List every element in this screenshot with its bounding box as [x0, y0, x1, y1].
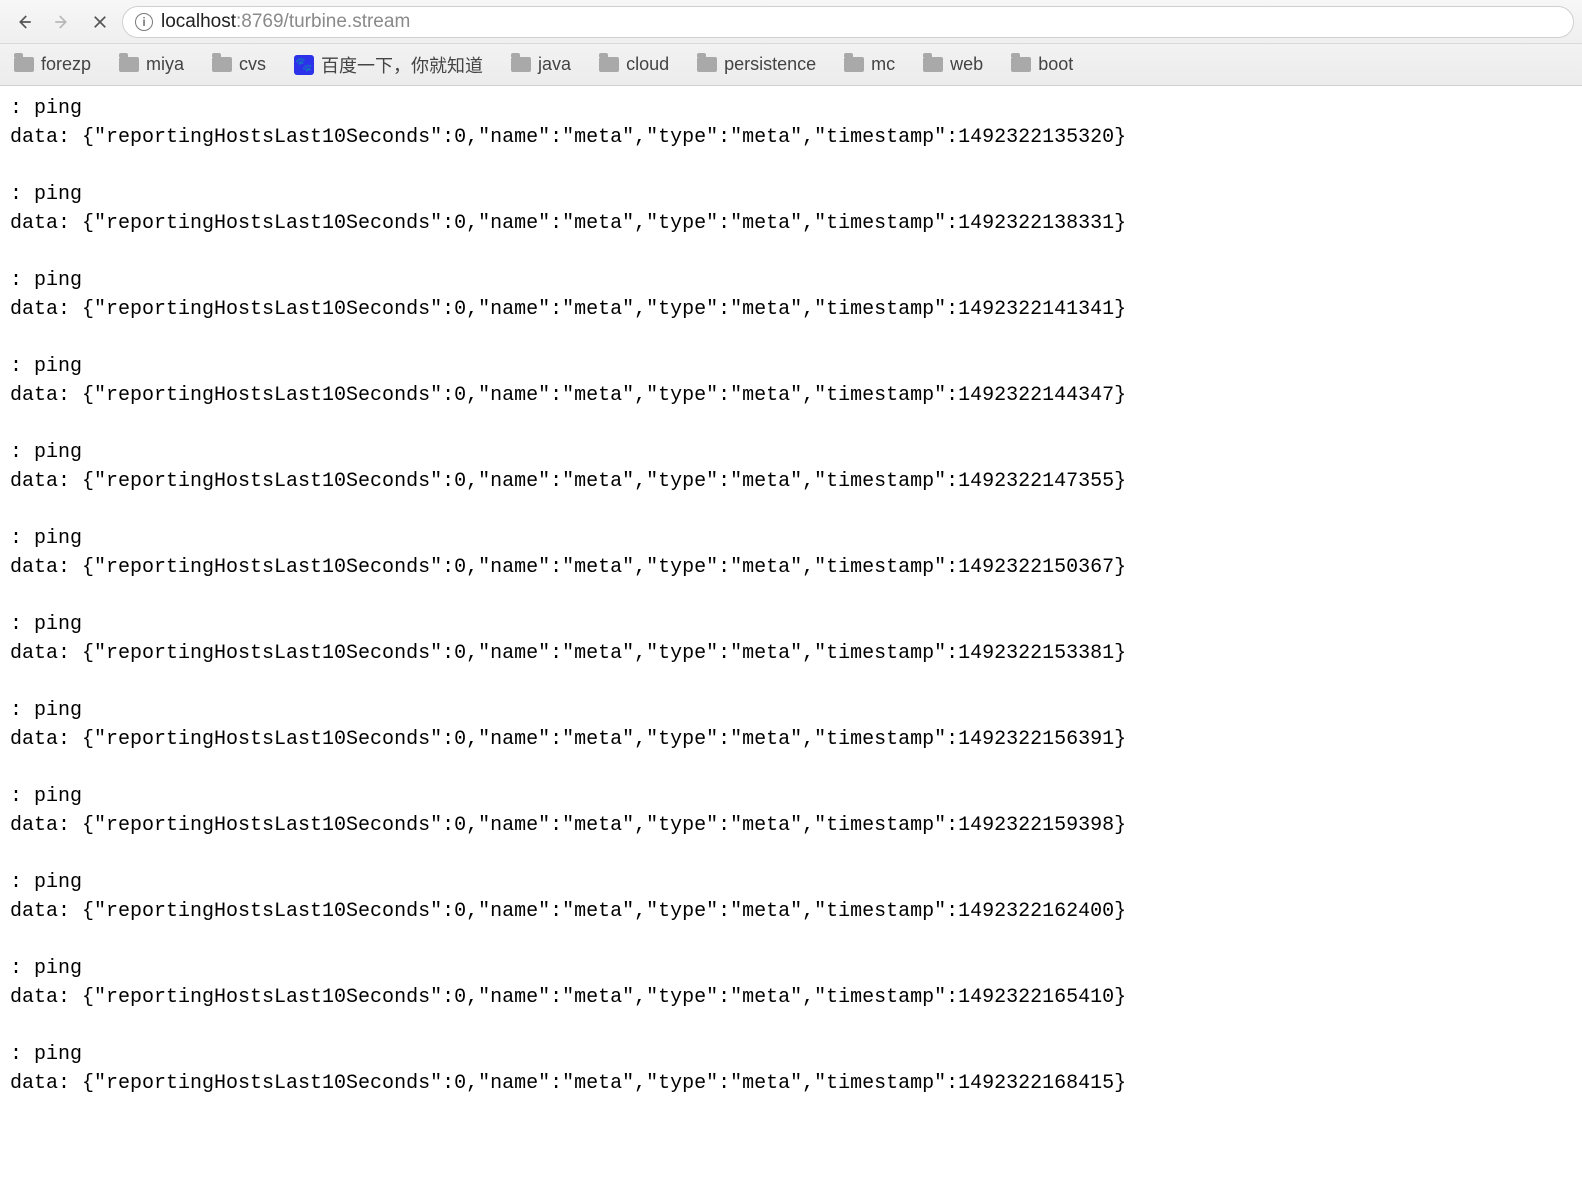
- baidu-icon: 🐾: [294, 55, 314, 75]
- stop-button[interactable]: [84, 6, 116, 38]
- stream-ping-line: : ping: [10, 782, 1572, 811]
- stream-data-line: data: {"reportingHostsLast10Seconds":0,"…: [10, 983, 1572, 1012]
- stream-ping-line: : ping: [10, 868, 1572, 897]
- bookmark-miya[interactable]: miya: [119, 54, 184, 75]
- stream-data-line: data: {"reportingHostsLast10Seconds":0,"…: [10, 897, 1572, 926]
- stream-ping-line: : ping: [10, 352, 1572, 381]
- url-host: localhost: [161, 11, 236, 32]
- folder-icon: [697, 57, 717, 72]
- stream-data-line: data: {"reportingHostsLast10Seconds":0,"…: [10, 725, 1572, 754]
- bookmark-persistence[interactable]: persistence: [697, 54, 816, 75]
- stream-data-line: data: {"reportingHostsLast10Seconds":0,"…: [10, 381, 1572, 410]
- browser-toolbar: i localhost:8769/turbine.stream: [0, 0, 1582, 44]
- url-path: :8769/turbine.stream: [236, 11, 410, 32]
- page-content: : pingdata: {"reportingHostsLast10Second…: [0, 86, 1582, 1106]
- bookmark-label: cloud: [626, 54, 669, 75]
- bookmark-label: forezp: [41, 54, 91, 75]
- stream-data-line: data: {"reportingHostsLast10Seconds":0,"…: [10, 639, 1572, 668]
- stream-block: : pingdata: {"reportingHostsLast10Second…: [10, 954, 1572, 1012]
- stream-data-line: data: {"reportingHostsLast10Seconds":0,"…: [10, 295, 1572, 324]
- stream-data-line: data: {"reportingHostsLast10Seconds":0,"…: [10, 553, 1572, 582]
- stream-data-line: data: {"reportingHostsLast10Seconds":0,"…: [10, 209, 1572, 238]
- folder-icon: [14, 57, 34, 72]
- stream-data-line: data: {"reportingHostsLast10Seconds":0,"…: [10, 123, 1572, 152]
- stream-ping-line: : ping: [10, 524, 1572, 553]
- stream-block: : pingdata: {"reportingHostsLast10Second…: [10, 266, 1572, 324]
- stream-block: : pingdata: {"reportingHostsLast10Second…: [10, 94, 1572, 152]
- bookmark-label: java: [538, 54, 571, 75]
- bookmark-java[interactable]: java: [511, 54, 571, 75]
- stream-ping-line: : ping: [10, 954, 1572, 983]
- stream-block: : pingdata: {"reportingHostsLast10Second…: [10, 1040, 1572, 1098]
- bookmark-mc[interactable]: mc: [844, 54, 895, 75]
- stream-data-line: data: {"reportingHostsLast10Seconds":0,"…: [10, 1069, 1572, 1098]
- stream-ping-line: : ping: [10, 610, 1572, 639]
- stream-ping-line: : ping: [10, 180, 1572, 209]
- bookmarks-bar: forezp miya cvs 🐾 百度一下，你就知道 java cloud p…: [0, 44, 1582, 86]
- forward-button[interactable]: [46, 6, 78, 38]
- bookmark-web[interactable]: web: [923, 54, 983, 75]
- bookmark-label: boot: [1038, 54, 1073, 75]
- folder-icon: [119, 57, 139, 72]
- stream-block: : pingdata: {"reportingHostsLast10Second…: [10, 610, 1572, 668]
- arrow-right-icon: [53, 13, 71, 31]
- arrow-left-icon: [15, 13, 33, 31]
- back-button[interactable]: [8, 6, 40, 38]
- folder-icon: [511, 57, 531, 72]
- address-bar[interactable]: i localhost:8769/turbine.stream: [122, 6, 1574, 38]
- bookmark-baidu[interactable]: 🐾 百度一下，你就知道: [294, 52, 483, 78]
- stream-ping-line: : ping: [10, 94, 1572, 123]
- url-text: localhost:8769/turbine.stream: [161, 11, 410, 33]
- bookmark-label: cvs: [239, 54, 266, 75]
- stream-ping-line: : ping: [10, 696, 1572, 725]
- stream-block: : pingdata: {"reportingHostsLast10Second…: [10, 524, 1572, 582]
- bookmark-forezp[interactable]: forezp: [14, 54, 91, 75]
- bookmark-boot[interactable]: boot: [1011, 54, 1073, 75]
- site-info-icon[interactable]: i: [135, 13, 153, 31]
- bookmark-cloud[interactable]: cloud: [599, 54, 669, 75]
- bookmark-label: persistence: [724, 54, 816, 75]
- stream-block: : pingdata: {"reportingHostsLast10Second…: [10, 868, 1572, 926]
- folder-icon: [599, 57, 619, 72]
- stream-ping-line: : ping: [10, 438, 1572, 467]
- stream-data-line: data: {"reportingHostsLast10Seconds":0,"…: [10, 467, 1572, 496]
- folder-icon: [212, 57, 232, 72]
- folder-icon: [923, 57, 943, 72]
- stream-block: : pingdata: {"reportingHostsLast10Second…: [10, 782, 1572, 840]
- close-icon: [91, 13, 109, 31]
- bookmark-label: mc: [871, 54, 895, 75]
- bookmark-cvs[interactable]: cvs: [212, 54, 266, 75]
- folder-icon: [1011, 57, 1031, 72]
- stream-block: : pingdata: {"reportingHostsLast10Second…: [10, 438, 1572, 496]
- bookmark-label: 百度一下，你就知道: [321, 52, 483, 78]
- stream-block: : pingdata: {"reportingHostsLast10Second…: [10, 352, 1572, 410]
- folder-icon: [844, 57, 864, 72]
- stream-ping-line: : ping: [10, 1040, 1572, 1069]
- stream-data-line: data: {"reportingHostsLast10Seconds":0,"…: [10, 811, 1572, 840]
- stream-block: : pingdata: {"reportingHostsLast10Second…: [10, 696, 1572, 754]
- stream-block: : pingdata: {"reportingHostsLast10Second…: [10, 180, 1572, 238]
- stream-ping-line: : ping: [10, 266, 1572, 295]
- bookmark-label: miya: [146, 54, 184, 75]
- bookmark-label: web: [950, 54, 983, 75]
